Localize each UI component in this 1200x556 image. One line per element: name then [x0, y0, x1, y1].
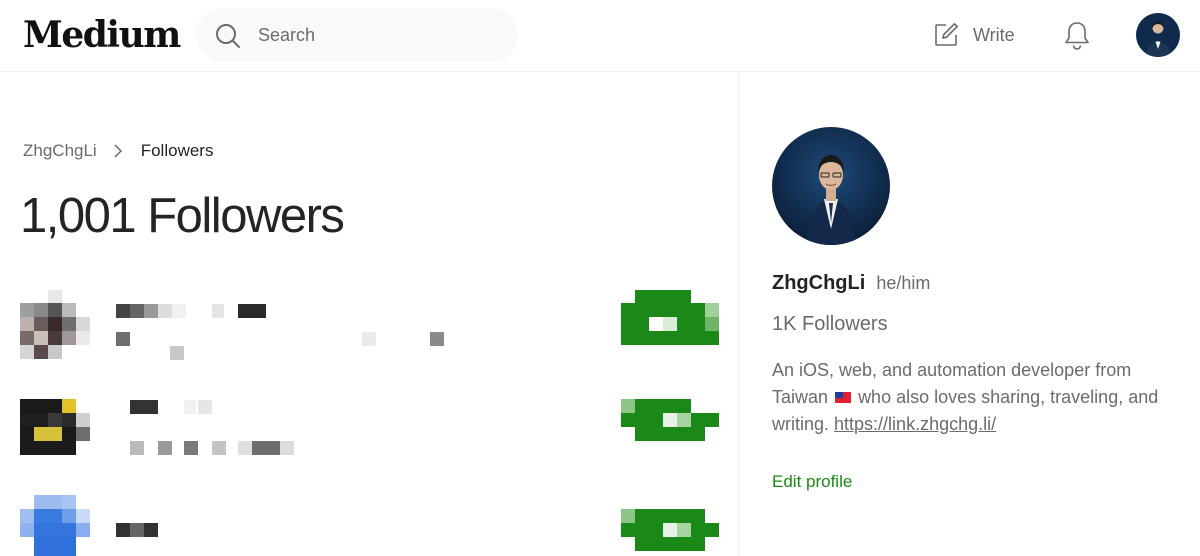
medium-logo[interactable]: Medium — [23, 10, 181, 60]
column-divider — [738, 72, 739, 556]
chevron-right-icon — [114, 144, 122, 158]
search-input[interactable] — [258, 20, 498, 50]
breadcrumb-current: Followers — [140, 141, 214, 160]
search-icon — [216, 24, 240, 48]
page-title: 1,001 Followers — [20, 189, 345, 243]
profile-name[interactable]: ZhgChgLi — [772, 272, 865, 295]
follower-row[interactable] — [20, 399, 720, 469]
write-icon — [935, 23, 958, 46]
breadcrumb-profile-link[interactable]: ZhgChgLi — [23, 141, 97, 161]
profile-followers-count[interactable]: 1K Followers — [772, 313, 888, 336]
top-nav-bar: Medium Write — [0, 0, 1200, 72]
write-label: Write — [973, 24, 1015, 45]
search-bar[interactable] — [196, 8, 518, 62]
profile-bio: An iOS, web, and automation developer fr… — [772, 357, 1182, 438]
user-avatar-image — [1136, 13, 1180, 57]
profile-avatar[interactable] — [772, 127, 890, 245]
follower-row[interactable] — [20, 495, 720, 556]
edit-profile-link[interactable]: Edit profile — [772, 472, 852, 492]
taiwan-flag-icon — [835, 392, 852, 403]
breadcrumb: ZhgChgLi Followers — [23, 141, 213, 161]
profile-name-line: ZhgChgLi he/him — [772, 272, 930, 295]
profile-photo — [772, 127, 890, 245]
profile-pronouns: he/him — [876, 273, 931, 293]
bio-link[interactable]: https://link.zhgchg.li/ — [834, 414, 996, 434]
write-button[interactable]: Write — [932, 18, 1015, 52]
follower-row[interactable] — [20, 290, 720, 360]
notifications-bell-icon[interactable] — [1062, 20, 1092, 52]
user-avatar-button[interactable] — [1136, 13, 1180, 57]
